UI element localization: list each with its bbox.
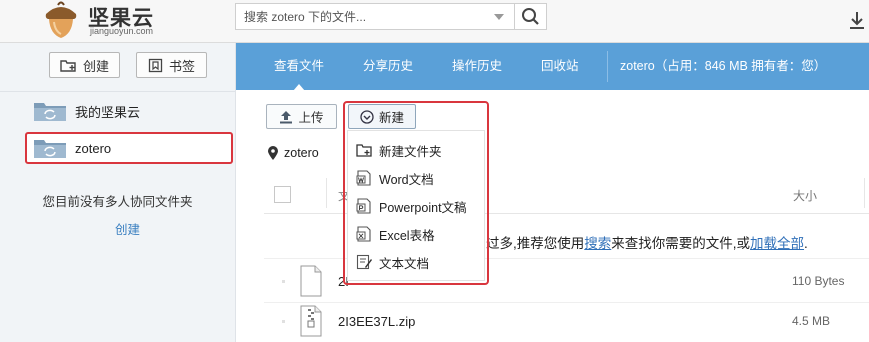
search-icon [522,8,539,25]
sync-folder-icon [34,103,66,121]
column-header-size[interactable]: 大小 [793,187,817,204]
download-icon [850,12,864,29]
search-input[interactable] [236,4,502,29]
upload-button[interactable]: 上传 [266,104,337,129]
menu-item-label: Excel表格 [379,228,435,243]
brand-domain: jianguoyun.com [90,26,154,36]
tab-view-files[interactable]: 查看文件 [274,43,324,91]
main-nav-bar: 查看文件 分享历史 操作历史 回收站 zotero（占用：846 MB 拥有者：… [236,43,869,91]
menu-item-new-folder[interactable]: 新建文件夹 [348,137,484,163]
new-dropdown-menu: 新建文件夹 Word文档 Powerpoint文稿 Excel表格 文本文档 [347,130,485,281]
bookmark-button-label: 书签 [168,58,195,74]
menu-item-powerpoint[interactable]: Powerpoint文稿 [348,193,484,219]
select-all-checkbox[interactable] [274,186,291,203]
file-icon [300,265,322,297]
too-many-files-notice: 过多,推荐您使用搜索来查找你需要的文件,或加载全部. [486,232,808,252]
sync-folder-icon [34,140,66,158]
notice-text: 来查找你需要的文件,或 [611,236,751,251]
download-client-button[interactable] [848,10,866,30]
sidebar: 创建 书签 我的坚果云 zotero 您目前没有多人协同文件夹 创建 [0,43,236,342]
search-link[interactable]: 搜索 [584,236,611,251]
new-button-label: 新建 [378,111,404,125]
menu-item-excel[interactable]: Excel表格 [348,221,484,247]
search-button[interactable] [515,3,547,30]
powerpoint-doc-icon [356,198,371,214]
brand-logo[interactable]: 坚果云 jianguoyun.com [40,0,190,40]
file-name[interactable]: 2I3EE37L.zip [338,314,415,329]
create-shared-folder-link[interactable]: 创建 [0,219,255,238]
bookmark-button[interactable]: 书签 [136,52,207,78]
new-button[interactable]: 新建 [348,104,416,129]
create-button-label: 创建 [82,58,109,74]
notice-text: 过多,推荐您使用 [486,236,585,251]
menu-item-label: 文本文档 [379,256,430,271]
top-header: 坚果云 jianguoyun.com [0,0,869,43]
search-box [235,3,515,30]
nav-divider [607,51,608,82]
chevron-down-circle-icon [360,109,374,124]
add-folder-icon [60,59,76,72]
breadcrumb: zotero [268,146,319,160]
sidebar-item-my-jianguoyun[interactable]: 我的坚果云 [25,95,233,127]
excel-doc-icon [356,226,371,242]
search-dropdown-caret-icon[interactable] [494,14,504,20]
tab-share-history[interactable]: 分享历史 [363,43,413,90]
upload-icon [280,110,293,123]
file-size: 110 Bytes [792,274,845,288]
sidebar-item-label: 我的坚果云 [75,104,141,120]
file-size: 4.5 MB [792,314,831,328]
row-handle [282,320,285,323]
folder-usage-info: zotero（占用：846 MB 拥有者：您） [620,59,827,73]
menu-item-label: Powerpoint文稿 [379,200,467,215]
sidebar-item-label: zotero [75,140,112,156]
create-button[interactable]: 创建 [49,52,120,78]
row-handle [282,280,285,283]
menu-item-label: 新建文件夹 [379,144,442,159]
tab-operation-history[interactable]: 操作历史 [452,43,502,90]
acorn-logo-icon [45,1,77,38]
sidebar-divider [0,91,235,92]
load-all-link[interactable]: 加载全部 [750,236,804,251]
location-pin-icon [268,146,278,160]
table-row[interactable]: 2I3EE37L.zip 4.5 MB [280,302,869,342]
word-doc-icon [356,170,371,186]
tab-recycle-bin[interactable]: 回收站 [541,43,579,90]
menu-item-text[interactable]: 文本文档 [348,249,484,275]
breadcrumb-current[interactable]: zotero [284,146,319,160]
text-doc-icon [356,254,372,270]
sidebar-item-zotero[interactable]: zotero [25,132,233,164]
zip-file-icon [300,305,322,337]
notice-text: . [804,236,808,251]
menu-item-word[interactable]: Word文档 [348,165,484,191]
column-divider [864,178,865,208]
new-folder-icon [356,144,372,157]
menu-item-label: Word文档 [379,172,434,187]
no-shared-folder-text: 您目前没有多人协同文件夹 [42,195,193,209]
upload-button-label: 上传 [298,111,324,125]
bookmark-icon [148,58,163,72]
column-divider [326,178,327,208]
